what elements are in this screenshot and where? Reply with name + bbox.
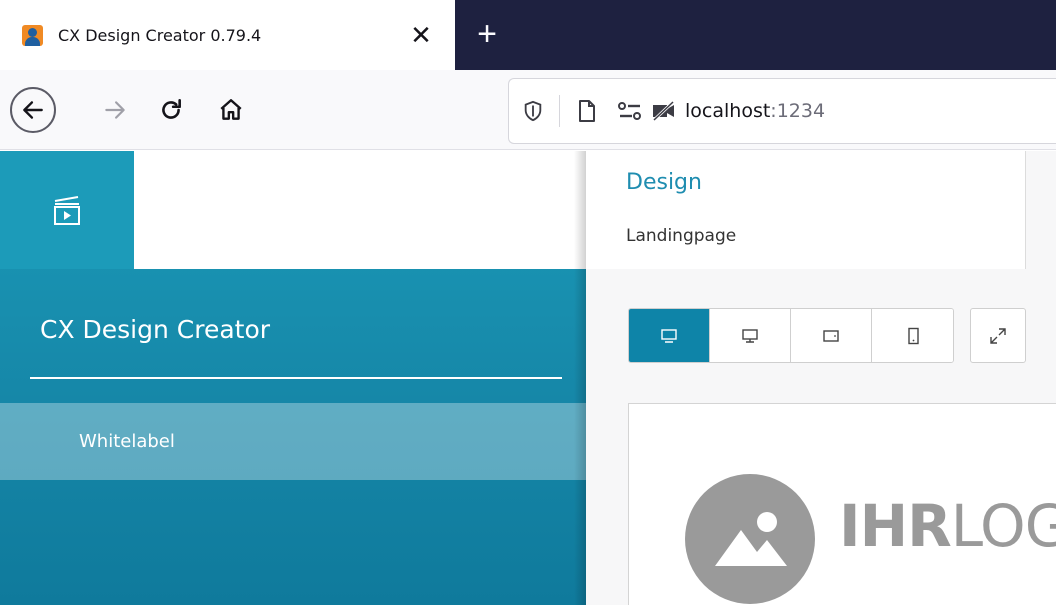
url-port: :1234 — [770, 100, 826, 122]
design-preview: IHRLOGO — [628, 403, 1056, 605]
sidebar-divider — [30, 377, 562, 379]
device-desktop-button[interactable] — [710, 309, 791, 362]
logo-placeholder-text: IHRLOGO — [839, 492, 1056, 560]
close-tab-icon[interactable]: ✕ — [405, 19, 437, 51]
expand-preview-button[interactable] — [970, 308, 1026, 363]
monitor-icon — [661, 328, 677, 343]
url-text[interactable]: localhost:1234 — [685, 100, 825, 122]
page-subtitle: Landingpage — [626, 226, 737, 246]
image-placeholder-icon — [685, 474, 815, 604]
main-panel: Design Landingpage IHRLOGO — [586, 151, 1056, 605]
design-tab-card[interactable]: Design Landingpage — [586, 151, 1026, 269]
url-host: localhost — [685, 100, 771, 122]
reload-icon — [162, 98, 181, 119]
back-button[interactable] — [10, 87, 56, 133]
home-icon — [220, 99, 242, 120]
logo-bold-text: IHR — [839, 492, 952, 560]
browser-tab-bar: CX Design Creator 0.79.4 ✕ + — [0, 0, 1056, 70]
device-phone-button[interactable] — [872, 309, 953, 362]
sidebar-item-label: Whitelabel — [79, 431, 175, 452]
desktop-icon — [742, 328, 758, 343]
phone-icon — [907, 327, 919, 344]
clapperboard-icon — [54, 196, 80, 225]
url-separator — [559, 95, 560, 127]
tablet-icon — [823, 329, 839, 342]
page-title: Design — [626, 170, 702, 195]
arrow-left-icon — [23, 101, 43, 119]
forward-button[interactable] — [93, 88, 137, 132]
sidebar-header-blank — [134, 151, 586, 269]
app-favicon-icon — [22, 25, 43, 46]
page-icon[interactable] — [573, 95, 601, 127]
device-tablet-button[interactable] — [791, 309, 872, 362]
permissions-icon[interactable] — [615, 95, 645, 127]
sidebar-item-whitelabel[interactable]: Whitelabel — [0, 403, 586, 480]
sidebar-shadow — [574, 151, 586, 605]
sidebar-logo[interactable] — [0, 151, 134, 269]
sidebar: CX Design Creator Whitelabel — [0, 151, 586, 605]
shield-icon[interactable] — [517, 95, 549, 127]
device-monitor-button[interactable] — [629, 309, 710, 362]
reload-button[interactable] — [149, 88, 193, 132]
sidebar-title: CX Design Creator — [40, 315, 271, 344]
new-tab-button[interactable]: + — [467, 14, 507, 54]
home-button[interactable] — [209, 88, 253, 132]
arrow-right-icon — [105, 101, 125, 119]
device-toggle-group — [628, 308, 954, 363]
logo-light-text: LOGO — [950, 492, 1056, 560]
browser-tab[interactable]: CX Design Creator 0.79.4 ✕ — [0, 0, 455, 70]
expand-icon — [990, 327, 1006, 344]
camera-blocked-icon[interactable] — [649, 95, 679, 127]
url-bar[interactable]: localhost:1234 — [508, 78, 1056, 144]
tab-title: CX Design Creator 0.79.4 — [58, 26, 262, 45]
